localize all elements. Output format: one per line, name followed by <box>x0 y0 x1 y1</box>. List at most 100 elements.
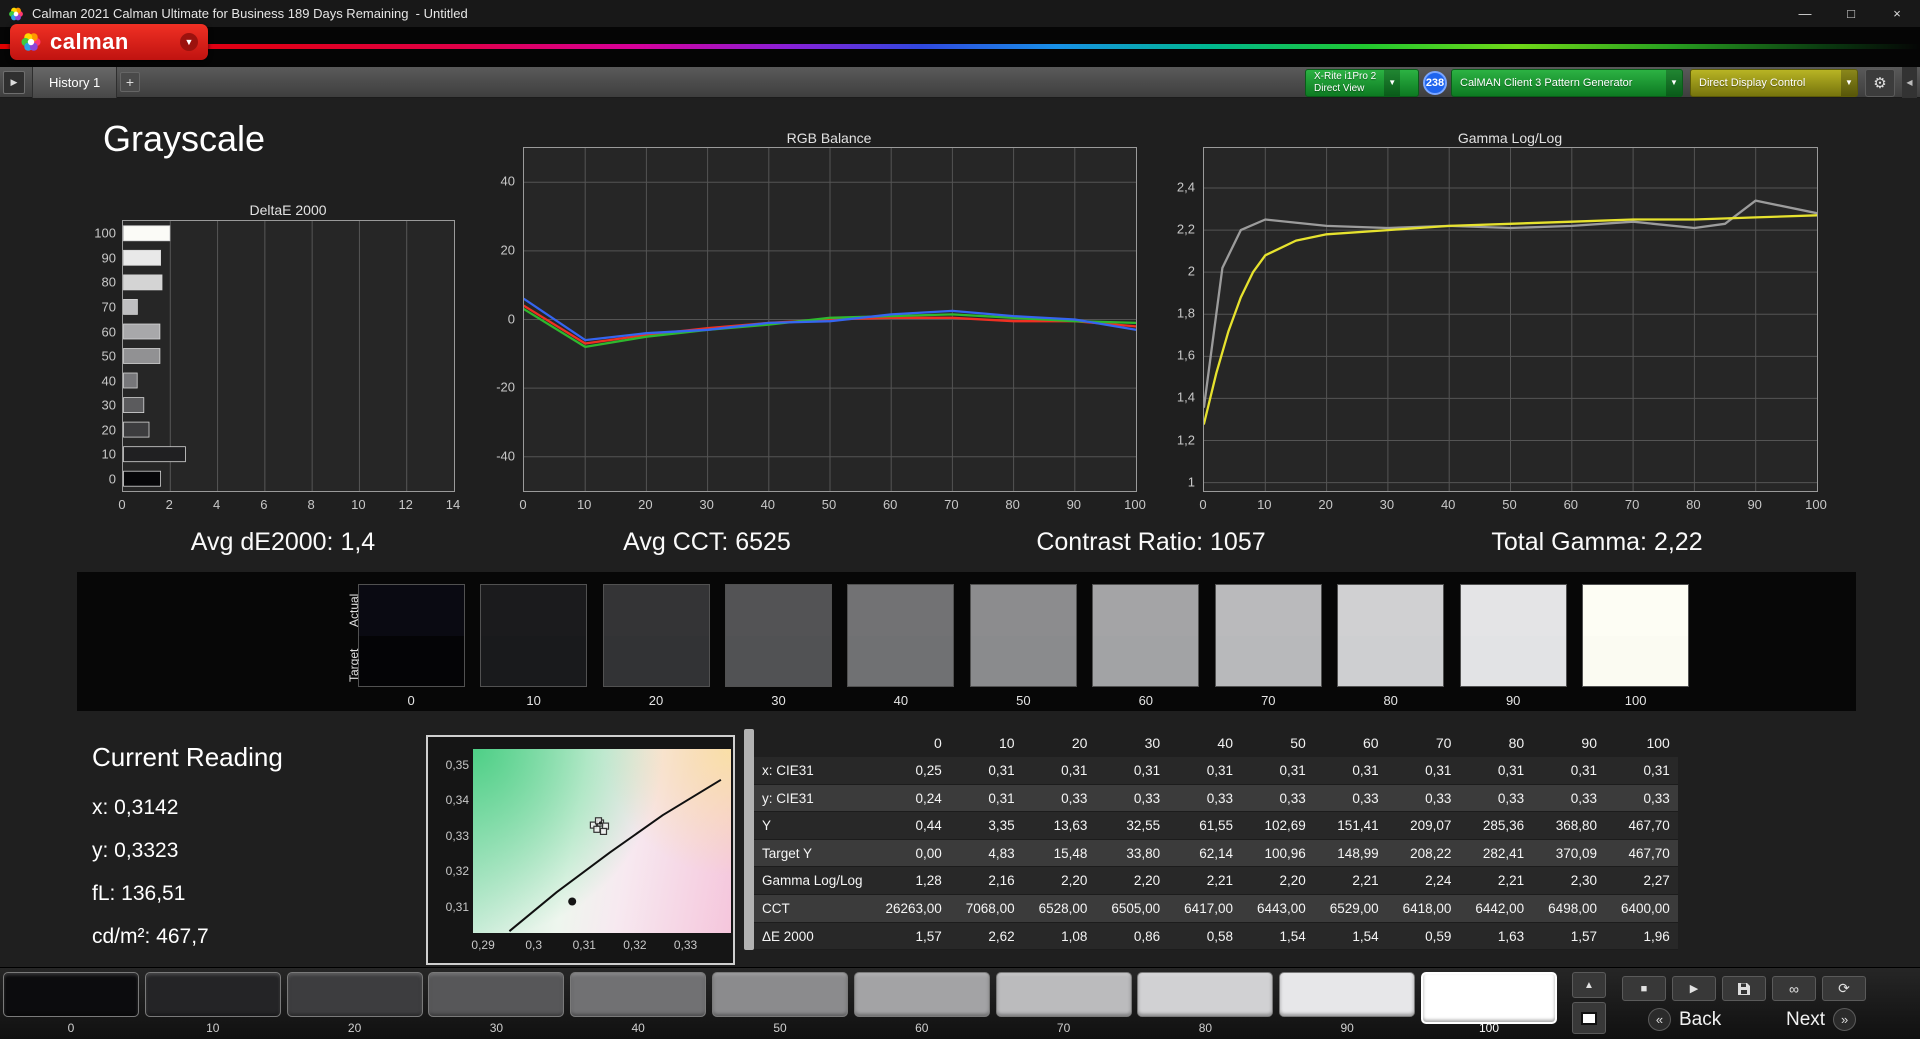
meter-button[interactable]: X-Rite i1Pro 2 Direct View ▼ <box>1305 68 1419 97</box>
stop-icon[interactable]: ■ <box>1622 976 1666 1001</box>
table-cell: 6442,00 <box>1475 901 1525 916</box>
pattern-window-button[interactable] <box>1572 1002 1606 1034</box>
deltae-ytick-label: 100 <box>94 225 116 241</box>
deltae-xtick-label: 2 <box>165 497 173 512</box>
grayscale-patch-button[interactable] <box>286 972 423 1017</box>
contrast-ratio-stat: Contrast Ratio: 1057 <box>1036 528 1266 556</box>
table-cell: 0,33 <box>1643 790 1670 806</box>
swatch-actual <box>358 585 464 636</box>
refresh-icon[interactable]: ⟳ <box>1822 976 1866 1001</box>
swatch-label: 70 <box>1261 693 1276 708</box>
table-header-cell: 70 <box>1435 735 1452 751</box>
y-tick-label: 1,8 <box>1176 305 1195 321</box>
add-tab-button[interactable]: + <box>120 72 140 92</box>
table-cell: 1,54 <box>1279 928 1306 944</box>
swatch-label: 100 <box>1624 693 1647 708</box>
grayscale-patch-button[interactable] <box>570 972 707 1017</box>
swatch-target <box>358 635 464 686</box>
minimize-button[interactable]: — <box>1782 0 1828 27</box>
table-cell: 370,09 <box>1555 845 1597 861</box>
grayscale-patch-button[interactable] <box>1137 972 1274 1017</box>
settings-gear-icon[interactable]: ⚙ <box>1865 68 1895 97</box>
tab-history-1[interactable]: History 1 <box>32 67 118 98</box>
maximize-button[interactable]: □ <box>1828 0 1874 27</box>
close-button[interactable]: × <box>1874 0 1920 27</box>
swatch-target <box>1215 635 1321 686</box>
grayscale-patch-button[interactable] <box>3 972 139 1017</box>
save-icon[interactable] <box>1722 976 1766 1001</box>
table-row-label: CCT <box>762 901 790 916</box>
history-panel-expander-icon[interactable]: ▶ <box>3 71 25 94</box>
grayscale-patch-button[interactable] <box>1279 972 1416 1017</box>
chevron-down-icon[interactable]: ▼ <box>1384 69 1401 96</box>
y-tick-label: 1,6 <box>1176 347 1195 363</box>
table-cell: 6417,00 <box>1184 901 1233 916</box>
table-cell: 0,24 <box>915 790 942 806</box>
table-cell: 6528,00 <box>1038 901 1088 916</box>
loop-icon[interactable]: ∞ <box>1772 976 1816 1001</box>
table-cell: 3,35 <box>988 818 1015 834</box>
grayscale-patch-button[interactable] <box>144 972 281 1017</box>
table-cell: 209,07 <box>1410 818 1452 834</box>
table-cell: 2,20 <box>1133 873 1161 889</box>
next-button[interactable]: Next » <box>1786 1008 1857 1031</box>
table-cell: 1,08 <box>1061 928 1088 944</box>
table-header-cell: 20 <box>1071 735 1088 751</box>
cie-ytick-label: 0,35 <box>445 757 469 772</box>
chevron-down-icon[interactable]: ▼ <box>1841 69 1857 96</box>
table-cell: 0,44 <box>915 818 942 834</box>
back-label: Back <box>1679 1008 1722 1030</box>
pattern-generator-button[interactable]: CalMAN Client 3 Pattern Generator ▼ <box>1451 68 1683 97</box>
cie-ytick-label: 0,34 <box>445 793 469 808</box>
table-cell: 0,33 <box>1570 790 1597 806</box>
x-tick-label: 50 <box>1502 497 1517 512</box>
rgb-chart-title: RGB Balance <box>786 130 872 146</box>
x-tick-label: 80 <box>1686 497 1701 512</box>
x-tick-label: 100 <box>1124 497 1146 512</box>
table-cell: 0,31 <box>1352 763 1379 778</box>
logo-menu-chevron-icon[interactable]: ▼ <box>180 33 198 51</box>
grayscale-patch-button[interactable] <box>1421 972 1557 1024</box>
next-label: Next <box>1786 1008 1826 1030</box>
swatch-label: 60 <box>1138 693 1154 708</box>
table-cell: 0,31 <box>988 763 1015 778</box>
table-cell: 148,99 <box>1337 845 1379 861</box>
display-control-label: Direct Display Control <box>1699 76 1806 89</box>
grayscale-patch-button[interactable] <box>853 972 990 1017</box>
y-tick-label: 2 <box>1187 263 1195 279</box>
table-scrollbar[interactable] <box>744 729 754 950</box>
table-cell: 2,16 <box>988 873 1015 889</box>
table-header-cell: 40 <box>1217 735 1233 751</box>
up-arrow-icon[interactable]: ▲ <box>1572 972 1606 998</box>
table-cell: 61,55 <box>1199 818 1233 834</box>
calman-window: Calman 2021 Calman Ultimate for Business… <box>0 0 1920 1039</box>
x-tick-label: 40 <box>760 497 776 512</box>
table-cell: 1,96 <box>1643 928 1670 944</box>
swatch-target <box>848 635 954 686</box>
deltae-xtick-label: 14 <box>445 497 461 512</box>
swatch-target <box>1460 635 1566 686</box>
table-row-label: ΔE 2000 <box>762 928 814 944</box>
grayscale-patch-button[interactable] <box>428 972 565 1017</box>
display-control-button[interactable]: Direct Display Control ▼ <box>1690 68 1858 97</box>
back-button[interactable]: « Back <box>1648 1008 1721 1031</box>
play-icon[interactable]: ▶ <box>1672 976 1716 1001</box>
collapse-toolbar-icon[interactable]: ◀ <box>1902 67 1917 98</box>
device-toolbar: X-Rite i1Pro 2 Direct View ▼ 238 CalMAN … <box>1305 67 1920 98</box>
table-row-label: Target Y <box>762 845 813 861</box>
grayscale-patch-button[interactable] <box>712 972 848 1017</box>
y-tick-label: 20 <box>500 242 515 258</box>
current-reading-title: Current Reading <box>92 742 283 772</box>
grayscale-swatch <box>1459 584 1567 687</box>
calman-logo-button[interactable]: calman ▼ <box>10 24 208 60</box>
chevron-down-icon[interactable]: ▼ <box>1666 69 1682 96</box>
table-cell: 0,31 <box>988 790 1015 806</box>
pattern-window-icon <box>1581 1011 1597 1025</box>
grayscale-patch-button[interactable] <box>995 972 1132 1017</box>
swatch-label: 50 <box>1016 693 1031 708</box>
swatch-actual <box>1338 585 1444 636</box>
table-cell: 151,41 <box>1337 818 1379 834</box>
table-cell: 0,00 <box>915 845 942 861</box>
table-cell: 100,96 <box>1264 845 1306 861</box>
table-cell: 13,63 <box>1053 818 1088 834</box>
